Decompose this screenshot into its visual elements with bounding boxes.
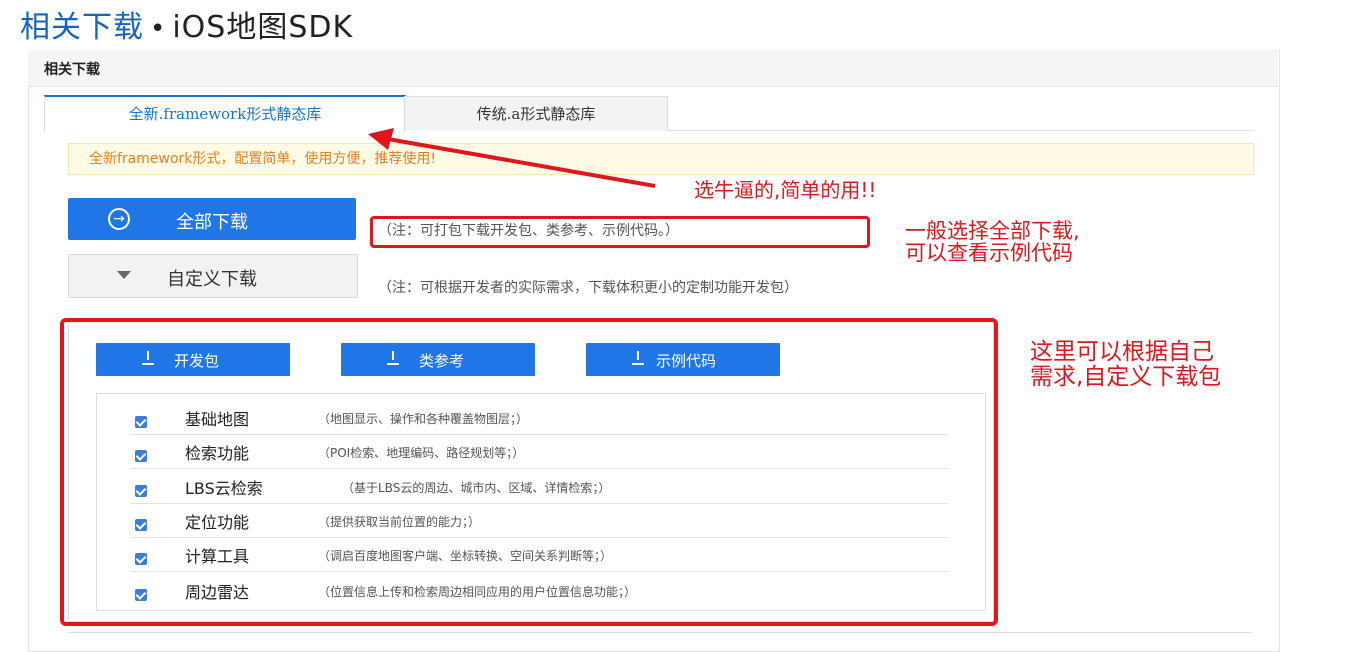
custom-download-note: （注：可根据开发者的实际需求，下载体积更小的定制功能开发包） <box>378 280 798 296</box>
annotation-custom-hint: 这里可以根据自己 需求,自定义下载包 <box>1030 340 1360 390</box>
caret-down-icon <box>117 271 131 279</box>
page-title: 相关下载 • iOS地图SDK <box>20 2 353 46</box>
download-all-note: （注：可打包下载开发包、类参考、示例代码。） <box>378 223 679 239</box>
annotation-line: 这里可以根据自己 <box>1030 339 1214 365</box>
custom-download-label: 自定义下载 <box>167 269 257 290</box>
annotation-arrow <box>368 128 656 188</box>
page-title-rest: iOS地图SDK <box>172 10 354 45</box>
tab-framework[interactable]: 全新.framework形式静态库 <box>44 95 406 132</box>
annotation-tab-hint: 选牛逼的,简单的用!! <box>694 178 877 202</box>
panel-header: 相关下载 <box>28 50 1278 87</box>
annotation-line: 需求,自定义下载包 <box>1030 364 1222 390</box>
panel-heading: 相关下载 <box>44 62 100 78</box>
arrow-circle-icon: → <box>108 208 130 230</box>
title-separator: • <box>150 14 167 44</box>
annotation-highlight-box <box>60 318 998 626</box>
recommend-notice: 全新framework形式，配置简单，使用方便，推荐使用! <box>68 143 1254 175</box>
download-all-label: 全部下载 <box>176 212 248 233</box>
annotation-line: 一般选择全部下载, <box>905 219 1080 243</box>
annotation-line: 可以查看示例代码 <box>905 241 1073 265</box>
page-title-main: 相关下载 <box>20 10 144 45</box>
annotation-download-all-hint: 一般选择全部下载, 可以查看示例代码 <box>905 220 1235 264</box>
divider <box>68 632 1252 633</box>
download-all-button[interactable]: → 全部下载 <box>68 198 356 240</box>
custom-download-button[interactable]: 自定义下载 <box>68 254 358 298</box>
